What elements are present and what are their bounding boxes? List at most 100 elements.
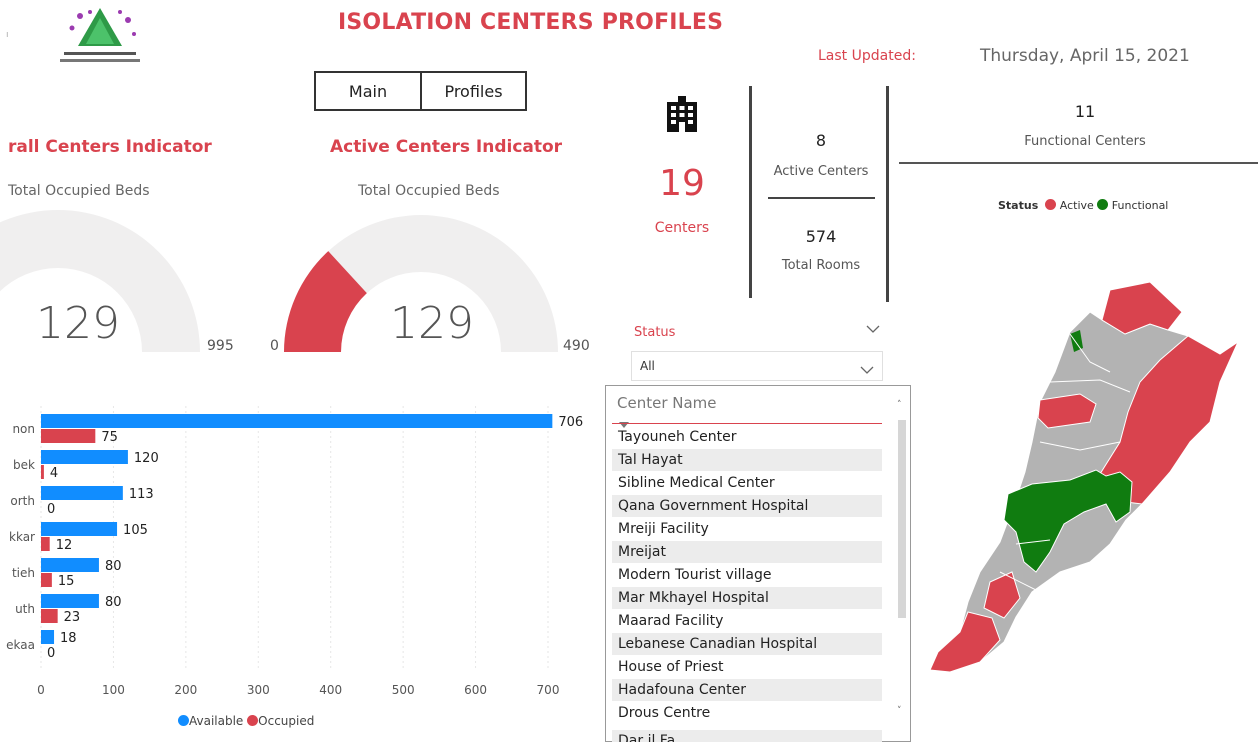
gauge-2-value: 129 [390,298,474,349]
y-category-label: non [12,422,35,436]
gauge-1-subtitle: Total Occupied Beds [8,183,150,199]
gauge-2-title: Active Centers Indicator [330,137,563,157]
chevron-down-icon [860,360,874,379]
x-tick-label: 200 [174,683,197,697]
x-tick-label: 0 [37,683,45,697]
list-item[interactable]: Dar il Fa... [612,730,882,742]
list-item[interactable]: Tal Hayat [612,449,882,471]
scroll-up-icon[interactable]: ˄ [897,400,902,410]
divider [886,86,889,302]
y-category-label: tieh [12,566,35,580]
divider [749,86,752,298]
lebanon-map [929,281,1240,673]
x-tick-label: 400 [319,683,342,697]
active-centers-value: 8 [815,131,827,150]
x-tick-label: 600 [464,683,487,697]
functional-centers-label: Functional Centers [1024,134,1146,149]
scroll-down-icon[interactable]: ˅ [897,706,902,716]
x-tick-label: 300 [247,683,270,697]
divider [899,162,1258,164]
centers-label: Centers [654,220,710,236]
active-centers-label: Active Centers [773,164,869,179]
list-item[interactable]: Drous Centre [612,702,882,724]
divider [612,423,882,424]
list-item[interactable]: Sibline Medical Center [612,472,882,494]
bar-occupied[interactable] [41,429,96,443]
building-icon [664,96,700,138]
data-label: 113 [129,487,154,502]
functional-dot-icon [1097,199,1109,210]
list-item[interactable]: Mreijat [612,541,882,563]
divider [768,197,875,199]
bar-occupied[interactable] [41,465,44,479]
last-updated-value: Thursday, April 15, 2021 [980,46,1190,66]
bar-available[interactable] [41,594,99,608]
data-label: 75 [101,430,118,445]
bar-available[interactable] [41,558,99,572]
status-filter-label: Status [634,325,676,340]
gauge-1-max: 995 [207,338,234,354]
gauge-2-subtitle: Total Occupied Beds [358,183,500,199]
gauge-1-value: 129 [36,298,120,349]
chevron-down-icon[interactable] [866,322,880,338]
list-item[interactable]: Qana Government Hospital [612,495,882,517]
list-item[interactable]: Lebanese Canadian Hospital [612,633,882,655]
data-label: 18 [60,631,77,646]
main-button[interactable]: Main [314,71,422,111]
center-list-header[interactable]: Center Name [617,394,717,412]
status-dropdown-value: All [640,359,655,373]
bar-occupied[interactable] [41,609,58,623]
bar-available[interactable] [41,414,553,428]
last-updated-label: Last Updated: [818,48,916,64]
list-item[interactable]: Modern Tourist village [612,564,882,586]
x-tick-label: 500 [392,683,415,697]
list-item[interactable]: House of Priest [612,656,882,678]
data-label: 12 [56,538,73,553]
functional-centers-value: 11 [1074,102,1096,121]
bar-occupied[interactable] [41,573,52,587]
bar-available[interactable] [41,486,123,500]
profiles-button[interactable]: Profiles [420,71,527,111]
legend-functional: Functional [1111,199,1169,212]
centers-count: 19 [659,163,705,204]
gauge-2-max: 490 [563,338,590,354]
x-tick-label: 100 [102,683,125,697]
occupied-dot-icon [247,715,259,726]
bar-available[interactable] [41,630,55,644]
map-legend: Status Active Functional [998,199,1168,212]
data-label: 80 [105,595,122,610]
y-category-label: kkar [9,530,35,544]
list-item[interactable]: Mreiji Facility [612,518,882,540]
y-category-label: ekaa [6,638,35,652]
y-category-label: uth [15,602,35,616]
legend-occupied: Occupied [258,714,315,728]
data-label: 15 [58,574,75,589]
data-label: 0 [47,502,55,517]
page-title: ISOLATION CENTERS PROFILES [338,10,724,35]
list-item[interactable]: Mar Mkhayel Hospital [612,587,882,609]
data-label: 0 [47,646,55,661]
total-rooms-label: Total Rooms [781,258,861,273]
logo [50,6,150,70]
list-item[interactable]: Tayouneh Center [612,426,882,448]
bar-chart: 0 100 200 300 400 500 600 700non 70675bek 1204ort… [6,406,583,697]
legend-active: Active [1059,199,1094,212]
data-label: 706 [558,415,583,430]
total-rooms-value: 574 [805,227,837,246]
available-dot-icon [178,715,189,726]
x-tick-label: 700 [537,683,560,697]
chart-legend: Available Occupied [178,714,314,728]
list-item[interactable]: Hadafouna Center [612,679,882,701]
gauge-1-title: rall Centers Indicator [8,137,212,157]
bar-occupied[interactable] [41,537,50,551]
bar-available[interactable] [41,450,128,464]
map-legend-title: Status [998,199,1039,212]
list-item[interactable]: Maarad Facility [612,610,882,632]
scrollbar-thumb[interactable] [898,420,906,618]
data-label: 23 [64,610,81,625]
edge-mark: ı [6,30,9,40]
y-category-label: bek [13,458,35,472]
status-dropdown[interactable]: All [631,351,883,381]
bar-available[interactable] [41,522,118,536]
data-label: 80 [105,559,122,574]
